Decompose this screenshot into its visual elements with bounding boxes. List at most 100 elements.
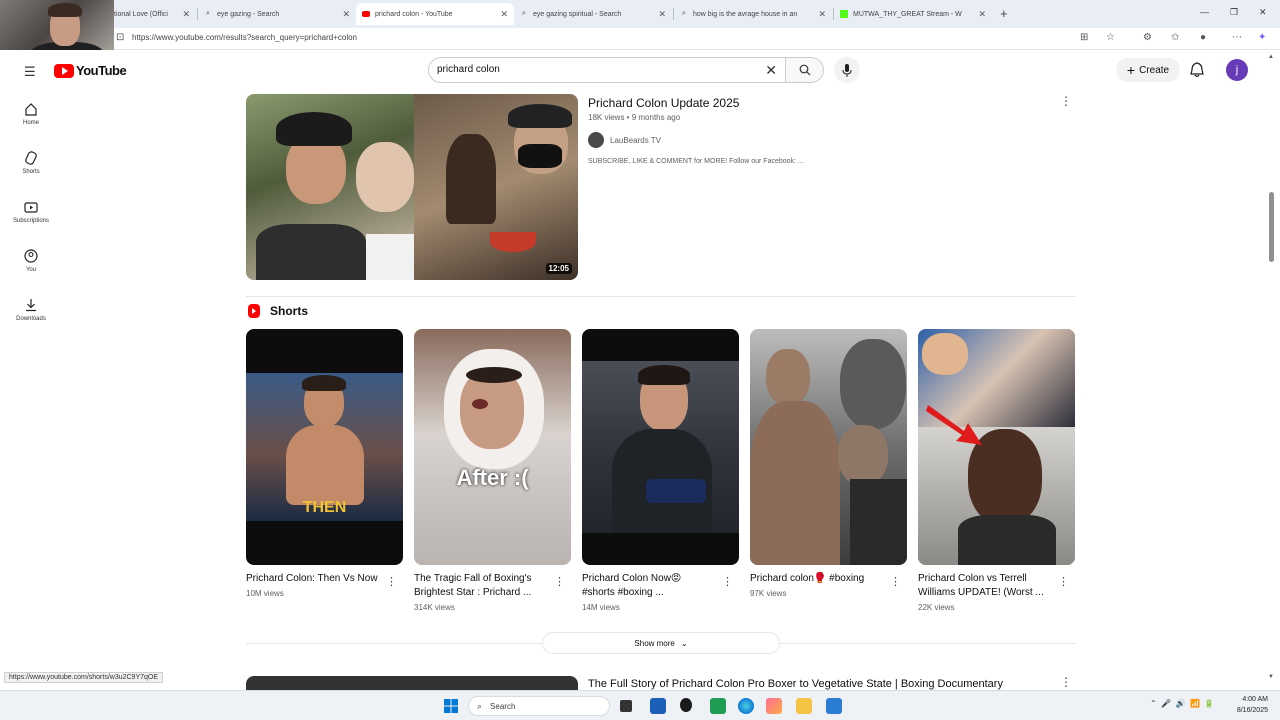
short-thumbnail[interactable]: THEN — [246, 329, 403, 565]
channel-name[interactable]: LauBeards TV — [610, 136, 661, 145]
menu-icon[interactable]: ☰ — [24, 64, 36, 80]
tab-close-icon[interactable]: ✕ — [342, 9, 350, 20]
short-thumbnail[interactable] — [918, 329, 1075, 565]
plus-icon: + — [1126, 62, 1136, 78]
chevron-down-icon: ⌄ — [680, 638, 688, 648]
short-card[interactable]: Prichard Colon vs Terrell Williams UPDAT… — [918, 329, 1075, 612]
photos-app-icon[interactable] — [826, 698, 842, 714]
browser-tab[interactable]: tional Love (Offici ✕ — [108, 3, 196, 25]
reader-icon[interactable]: ⊞ — [1080, 32, 1088, 43]
account-avatar[interactable]: j — [1226, 59, 1248, 81]
browser-tab[interactable]: MUTWA_THY_GREAT Stream - W ✕ — [834, 3, 992, 25]
sidebar-item-shorts[interactable]: Shorts — [4, 151, 58, 175]
short-thumbnail[interactable] — [750, 329, 907, 565]
search-icon: ⌕ — [477, 700, 483, 711]
tab-label: tional Love (Offici — [114, 10, 168, 18]
notifications-bell-icon[interactable] — [1190, 62, 1204, 83]
channel-avatar[interactable] — [588, 132, 604, 148]
new-tab-icon[interactable]: + — [1000, 6, 1008, 21]
video-thumbnail[interactable]: 12:05 — [246, 94, 578, 280]
more-options-icon[interactable]: ⋮ — [386, 575, 397, 588]
clock[interactable]: 4:00 AM 8/16/2025 — [1226, 694, 1268, 716]
alien-app-icon[interactable] — [680, 698, 692, 712]
restore-icon[interactable]: ❐ — [1230, 7, 1238, 18]
url-field[interactable]: https://www.youtube.com/results?search_q… — [132, 33, 357, 42]
tab-close-icon[interactable]: ✕ — [182, 9, 190, 20]
short-title[interactable]: Prichard Colon vs Terrell Williams UPDAT… — [918, 572, 1050, 600]
profile-icon[interactable]: ● — [1200, 32, 1206, 43]
scroll-up-icon[interactable]: ▲ — [1268, 54, 1274, 60]
extensions-icon[interactable]: ⚙ — [1143, 32, 1152, 43]
favorite-star-icon[interactable]: ☆ — [1106, 32, 1115, 43]
browser-tab[interactable]: ⌕ eye gazing - Search ✕ — [198, 3, 356, 25]
short-thumbnail[interactable]: After :( — [414, 329, 571, 565]
short-title[interactable]: Prichard Colon Now😡 #shorts #boxing ... — [582, 572, 714, 600]
scroll-down-icon[interactable]: ▼ — [1268, 674, 1274, 680]
create-button[interactable]: + Create — [1116, 58, 1180, 82]
paint-app-icon[interactable] — [766, 698, 782, 714]
favorites-icon[interactable]: ✩ — [1171, 32, 1179, 43]
short-title[interactable]: Prichard colon🥊 #boxing — [750, 572, 882, 586]
sidebar-item-label: Home — [22, 120, 39, 126]
tab-close-icon[interactable]: ✕ — [818, 9, 826, 20]
short-card[interactable]: After :( The Tragic Fall of Boxing's Bri… — [414, 329, 571, 612]
short-card[interactable]: Prichard colon🥊 #boxing 97K views ⋮ — [750, 329, 907, 598]
browser-tab[interactable]: ⌕ how big is the avrage house in an ✕ — [674, 3, 832, 25]
short-thumbnail[interactable] — [582, 329, 739, 565]
divider — [246, 643, 542, 644]
channel-row[interactable]: LauBeards TV — [588, 132, 661, 148]
taskbar-search[interactable]: ⌕ Search — [468, 696, 610, 716]
search-icon: ⌕ — [522, 10, 526, 17]
short-card[interactable]: Prichard Colon Now😡 #shorts #boxing ... … — [582, 329, 739, 612]
more-options-icon[interactable]: ⋮ — [890, 575, 901, 588]
youtube-favicon-icon — [362, 10, 370, 18]
edge-browser-icon[interactable] — [738, 698, 754, 714]
more-options-icon[interactable]: ⋮ — [1060, 675, 1072, 689]
tab-close-icon[interactable]: ✕ — [658, 9, 666, 20]
tab-close-icon[interactable]: ✕ — [500, 9, 508, 20]
short-title[interactable]: Prichard Colon: Then Vs Now — [246, 572, 378, 586]
windows-start-icon[interactable] — [444, 699, 458, 718]
task-view-icon[interactable] — [620, 700, 632, 712]
site-info-icon[interactable]: ⊡ — [116, 32, 124, 43]
video-title[interactable]: Prichard Colon Update 2025 — [588, 96, 739, 110]
search-button[interactable] — [786, 57, 824, 83]
more-options-icon[interactable]: ⋮ — [1058, 575, 1069, 588]
more-options-icon[interactable]: ⋮ — [1060, 94, 1072, 108]
more-options-icon[interactable]: ⋮ — [722, 575, 733, 588]
clear-icon[interactable]: ✕ — [765, 62, 777, 79]
close-window-icon[interactable]: ✕ — [1259, 7, 1267, 18]
video-thumbnail[interactable] — [246, 676, 578, 690]
subscriptions-icon — [4, 200, 58, 216]
game-app-icon[interactable] — [710, 698, 726, 714]
more-menu-icon[interactable]: ⋯ — [1232, 32, 1242, 43]
copilot-icon[interactable]: ✦ — [1258, 32, 1266, 43]
youtube-logo[interactable]: YouTube — [54, 63, 127, 78]
scrollbar[interactable] — [1266, 50, 1276, 690]
sidebar-item-you[interactable]: You — [4, 249, 58, 273]
show-more-button[interactable]: Show more ⌄ — [542, 632, 780, 654]
short-title[interactable]: The Tragic Fall of Boxing's Brightest St… — [414, 572, 546, 600]
tab-label: prichard colon - YouTube — [375, 10, 453, 18]
short-card[interactable]: THEN Prichard Colon: Then Vs Now 10M vie… — [246, 329, 403, 598]
scrollbar-thumb[interactable] — [1269, 192, 1274, 262]
overlay-text: THEN — [302, 499, 347, 516]
file-explorer-icon[interactable] — [796, 698, 812, 714]
search-input[interactable] — [437, 64, 737, 75]
calculator-app-icon[interactable] — [650, 698, 666, 714]
more-options-icon[interactable]: ⋮ — [554, 575, 565, 588]
shorts-logo-icon — [248, 304, 260, 318]
video-title[interactable]: The Full Story of Prichard Colon Pro Box… — [588, 678, 1003, 690]
voice-search-button[interactable] — [834, 57, 860, 83]
browser-tab-active[interactable]: prichard colon - YouTube ✕ — [356, 3, 514, 25]
browser-tab[interactable]: ⌕ eye gazing spiritual - Search ✕ — [514, 3, 672, 25]
minimize-icon[interactable]: — — [1200, 7, 1209, 17]
sidebar-item-home[interactable]: Home — [4, 102, 58, 126]
tab-close-icon[interactable]: ✕ — [978, 9, 986, 20]
you-icon — [4, 249, 58, 265]
microphone-icon — [842, 63, 852, 77]
sidebar-item-downloads[interactable]: Downloads — [4, 298, 58, 322]
system-tray[interactable]: ⌃ 🎤 🔊 📶 🔋 — [1150, 699, 1214, 708]
sidebar-item-label: Subscriptions — [12, 218, 50, 224]
sidebar-item-subscriptions[interactable]: Subscriptions — [4, 200, 58, 224]
